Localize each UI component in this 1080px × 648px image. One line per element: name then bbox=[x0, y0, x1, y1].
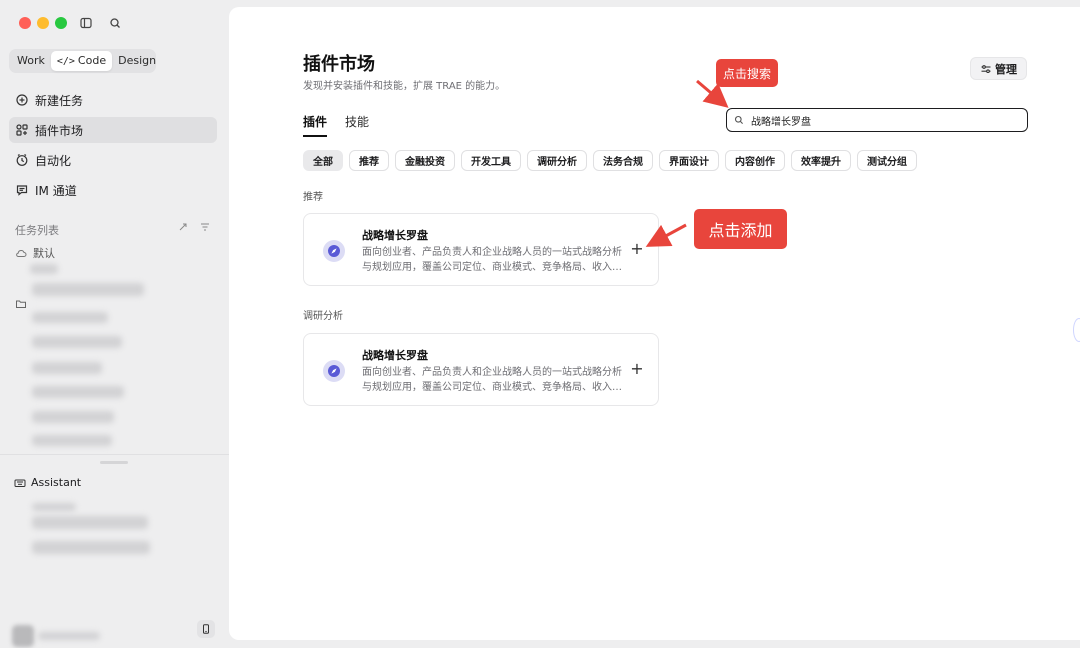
window-controls bbox=[19, 17, 67, 29]
folder-icon bbox=[16, 300, 26, 308]
assistant-section[interactable]: Assistant bbox=[14, 476, 81, 489]
chat-icon bbox=[16, 185, 28, 196]
filter-chip[interactable]: 界面设计 bbox=[659, 150, 719, 171]
search-input[interactable] bbox=[751, 114, 1011, 126]
avatar[interactable] bbox=[12, 625, 34, 647]
code-icon: </> bbox=[56, 56, 75, 67]
blurred-task[interactable] bbox=[32, 312, 108, 323]
maximize-window-button[interactable] bbox=[55, 17, 67, 29]
sidebar-toggle-icon[interactable] bbox=[78, 15, 94, 31]
mode-code-label: Code bbox=[77, 54, 107, 67]
plugin-description: 面向创业者、产品负责人和企业战略人员的一站式战略分析与规划应用，覆盖公司定位、商… bbox=[362, 247, 622, 273]
tab-plugins[interactable]: 插件 bbox=[303, 113, 328, 137]
nav-plugin-market-label: 插件市场 bbox=[35, 123, 84, 138]
page-subtitle: 发现并安装插件和技能，扩展 TRAE 的能力。 bbox=[303, 81, 506, 92]
nav-automation[interactable]: 自动化 bbox=[9, 147, 217, 173]
search-hint-callout: 点击搜索 bbox=[716, 59, 778, 87]
nav-new-task-label: 新建任务 bbox=[35, 93, 84, 108]
sidebar-divider bbox=[0, 454, 229, 455]
blurred-task[interactable] bbox=[32, 336, 122, 348]
filter-chip[interactable]: 金融投资 bbox=[395, 150, 455, 171]
resize-handle[interactable] bbox=[100, 461, 128, 464]
cloud-icon bbox=[16, 250, 27, 257]
task-list-actions bbox=[178, 222, 210, 232]
plugin-name: 战略增长罗盘 bbox=[362, 349, 428, 362]
blurred-task[interactable] bbox=[32, 283, 144, 296]
blurred-assistant-item[interactable] bbox=[32, 503, 76, 511]
filter-chip[interactable]: 内容创作 bbox=[725, 150, 785, 171]
filter-chip[interactable]: 测试分组 bbox=[857, 150, 917, 171]
search-icon bbox=[734, 115, 743, 124]
page-title: 插件市场 bbox=[303, 54, 375, 75]
filter-chip[interactable]: 推荐 bbox=[349, 150, 389, 171]
blurred-task[interactable] bbox=[30, 264, 58, 274]
filter-icon[interactable] bbox=[200, 222, 210, 232]
clock-icon bbox=[16, 154, 28, 166]
collapse-icon[interactable] bbox=[178, 222, 188, 232]
nav-im-channel-label: IM 通道 bbox=[35, 183, 77, 198]
blurred-username bbox=[38, 632, 100, 640]
add-plugin-button[interactable]: + bbox=[629, 241, 645, 257]
add-plugin-button[interactable]: + bbox=[629, 361, 645, 377]
puzzle-icon bbox=[16, 124, 28, 136]
blurred-task[interactable] bbox=[32, 435, 112, 446]
blurred-task[interactable] bbox=[32, 362, 102, 374]
mobile-icon[interactable] bbox=[197, 620, 215, 638]
add-hint-callout: 点击添加 bbox=[694, 209, 787, 249]
blurred-assistant-item[interactable] bbox=[32, 541, 150, 554]
compass-icon bbox=[323, 240, 345, 262]
keyboard-icon bbox=[14, 479, 26, 487]
mode-switch: Work </> Code Design bbox=[9, 49, 156, 73]
nav-new-task[interactable]: 新建任务 bbox=[9, 87, 217, 113]
filter-chip[interactable]: 效率提升 bbox=[791, 150, 851, 171]
sliders-icon bbox=[981, 64, 991, 73]
plugin-card[interactable]: 战略增长罗盘 面向创业者、产品负责人和企业战略人员的一站式战略分析与规划应用，覆… bbox=[303, 333, 659, 406]
manage-button-label: 管理 bbox=[995, 62, 1017, 76]
task-group-default[interactable]: 默认 bbox=[15, 245, 55, 261]
mode-design[interactable]: Design bbox=[112, 51, 162, 71]
category-filters: 全部 推荐 金融投资 开发工具 调研分析 法务合规 界面设计 内容创作 效率提升… bbox=[303, 150, 917, 171]
mode-code[interactable]: </> Code bbox=[50, 51, 113, 71]
nav-plugin-market[interactable]: 插件市场 bbox=[9, 117, 217, 143]
side-panel-handle[interactable] bbox=[1073, 318, 1080, 342]
main-panel: 插件市场 发现并安装插件和技能，扩展 TRAE 的能力。 管理 插件 技能 全部… bbox=[229, 7, 1080, 640]
nav-im-channel[interactable]: IM 通道 bbox=[9, 177, 217, 203]
tab-skills[interactable]: 技能 bbox=[345, 113, 369, 137]
assistant-label: Assistant bbox=[31, 476, 82, 489]
plugin-description: 面向创业者、产品负责人和企业战略人员的一站式战略分析与规划应用，覆盖公司定位、商… bbox=[362, 367, 622, 393]
blurred-assistant-item[interactable] bbox=[32, 516, 148, 529]
tab-bar: 插件 技能 bbox=[303, 113, 369, 137]
group-label: 调研分析 bbox=[303, 311, 343, 322]
close-window-button[interactable] bbox=[19, 17, 31, 29]
nav-automation-label: 自动化 bbox=[35, 153, 72, 168]
plus-circle-icon bbox=[16, 94, 28, 106]
filter-chip[interactable]: 全部 bbox=[303, 150, 343, 171]
compass-icon bbox=[323, 360, 345, 382]
minimize-window-button[interactable] bbox=[37, 17, 49, 29]
task-group-default-label: 默认 bbox=[33, 247, 55, 260]
filter-chip[interactable]: 法务合规 bbox=[593, 150, 653, 171]
mode-work[interactable]: Work bbox=[11, 51, 51, 71]
blurred-task[interactable] bbox=[32, 386, 124, 398]
blurred-task[interactable] bbox=[32, 411, 114, 423]
plugin-name: 战略增长罗盘 bbox=[362, 229, 428, 242]
manage-button[interactable]: 管理 bbox=[970, 57, 1027, 80]
search-box[interactable] bbox=[726, 108, 1028, 132]
search-icon[interactable] bbox=[107, 15, 123, 31]
sidebar: Work </> Code Design 新建任务 插件市场 自动化 IM 通道 … bbox=[0, 0, 229, 648]
filter-chip[interactable]: 开发工具 bbox=[461, 150, 521, 171]
filter-chip[interactable]: 调研分析 bbox=[527, 150, 587, 171]
task-list-title: 任务列表 bbox=[15, 224, 59, 237]
group-label: 推荐 bbox=[303, 192, 323, 203]
plugin-card[interactable]: 战略增长罗盘 面向创业者、产品负责人和企业战略人员的一站式战略分析与规划应用，覆… bbox=[303, 213, 659, 286]
